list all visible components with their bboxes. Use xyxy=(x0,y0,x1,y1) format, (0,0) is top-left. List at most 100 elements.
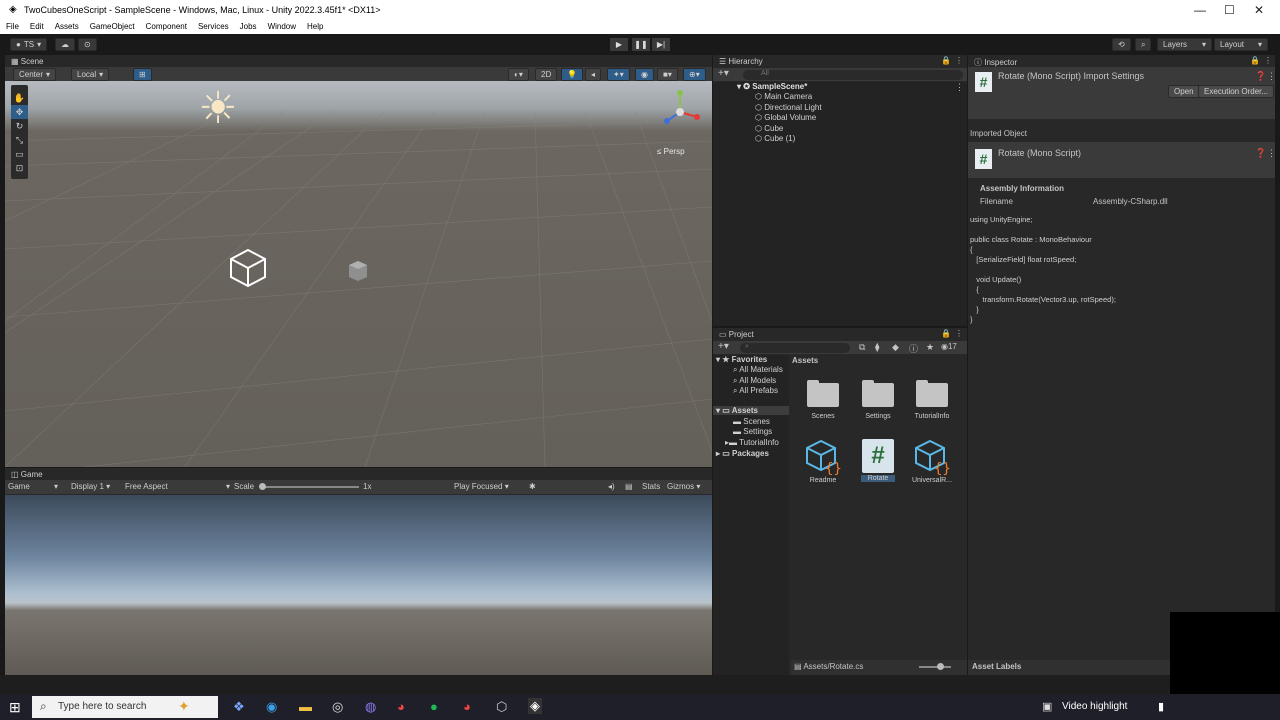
steam-icon[interactable]: ◎ xyxy=(332,699,343,715)
tab-inspector[interactable]: ⓘ Inspector xyxy=(968,55,1038,67)
rect-tool-icon[interactable]: ▭ xyxy=(11,147,28,161)
camera-settings-button[interactable]: ■▾ xyxy=(657,68,678,81)
menu-item-help[interactable]: Help xyxy=(301,21,328,34)
space-dropdown[interactable]: Local ▾ xyxy=(71,68,110,81)
scale-tool-icon[interactable]: ⤡ xyxy=(11,133,28,147)
cube-object[interactable] xyxy=(347,259,369,283)
hand-tool-icon[interactable]: ✋ xyxy=(11,91,28,105)
icon-size-slider-handle[interactable] xyxy=(937,663,944,670)
gizmos-button[interactable]: ⊕▾ xyxy=(683,68,706,81)
favorite-item[interactable]: ⌕ All Models xyxy=(733,376,776,386)
menu-item-component[interactable]: Component xyxy=(140,21,192,34)
step-button[interactable]: ▶| xyxy=(652,38,670,51)
hierarchy-item[interactable]: ⬡ Cube xyxy=(755,124,783,133)
favorite-item[interactable]: ⌕ All Materials xyxy=(733,365,783,375)
packages-node[interactable]: ▸ ▭ Packages xyxy=(716,449,769,458)
scene-gizmo[interactable] xyxy=(655,87,705,139)
lock-icon[interactable]: 🔒 xyxy=(1250,56,1260,65)
unity-editor-icon[interactable]: ◈ xyxy=(528,698,542,714)
stats-button[interactable]: Stats xyxy=(642,482,660,491)
asset-folder[interactable]: Scenes xyxy=(800,380,846,420)
system-tray-icon[interactable]: ▮ xyxy=(1158,700,1164,713)
asset-file[interactable]: {} UniversalR... xyxy=(909,439,955,484)
draw-mode-button[interactable]: ◐▾ xyxy=(508,68,529,81)
edge-icon[interactable]: ◉ xyxy=(266,699,277,715)
folder-item[interactable]: ▸▬ TutorialInfo xyxy=(725,438,779,447)
collab-button[interactable]: ⊙ xyxy=(78,38,97,51)
favorites-node[interactable]: ▾ ★ Favorites xyxy=(716,355,767,364)
settings-icon[interactable]: ⋮ xyxy=(1267,148,1276,159)
menu-item-gameobject[interactable]: GameObject xyxy=(84,21,140,34)
execution-order-button[interactable]: Execution Order... xyxy=(1198,85,1275,98)
menu-item-window[interactable]: Window xyxy=(262,21,301,34)
history-button[interactable]: ⟲ xyxy=(1112,38,1131,51)
hidden-count-badge[interactable]: ◉17 xyxy=(941,342,957,351)
open-button[interactable]: Open xyxy=(1168,85,1200,98)
search-by-label-icon[interactable]: ⧫ xyxy=(875,342,879,353)
taskbar-search-input[interactable]: ⌕ Type here to search ✦ xyxy=(32,696,218,718)
grid-snap-button[interactable]: ⊞ xyxy=(133,68,152,81)
move-tool-icon[interactable]: ✥ xyxy=(11,105,28,119)
asset-folder[interactable]: TutorialInfo xyxy=(909,380,955,420)
hierarchy-item[interactable]: ⬡ Cube (1) xyxy=(755,134,795,143)
settings-icon[interactable]: ⋮ xyxy=(1267,71,1276,82)
icon-size-slider[interactable] xyxy=(919,666,951,668)
hierarchy-item[interactable]: ⬡ Directional Light xyxy=(755,103,822,112)
project-search-input[interactable]: ⌕ xyxy=(740,343,850,353)
create-button[interactable]: +▾ xyxy=(718,341,729,352)
more-options-icon[interactable]: ⋮ xyxy=(1264,56,1272,65)
hierarchy-item[interactable]: ⬡ Main Camera xyxy=(755,92,812,101)
game-viewport[interactable] xyxy=(5,495,712,675)
folder-item[interactable]: ▬ Settings xyxy=(733,427,772,436)
2d-toggle[interactable]: 2D xyxy=(535,68,558,81)
maximize-icon[interactable]: ☐ xyxy=(1224,3,1235,17)
scale-slider-handle[interactable] xyxy=(259,483,266,490)
add-button[interactable]: +▾ xyxy=(718,68,729,79)
cloud-button[interactable]: ☁ xyxy=(55,38,75,51)
chrome-icon[interactable]: ◕ xyxy=(397,699,405,714)
video-highlight-label[interactable]: Video highlight xyxy=(1062,701,1127,712)
spotify-icon[interactable]: ● xyxy=(430,699,438,714)
more-options-icon[interactable]: ⋮ xyxy=(955,329,963,338)
layout-dropdown[interactable]: Layout ▾ xyxy=(1214,38,1268,51)
minimize-icon[interactable]: — xyxy=(1194,3,1206,17)
lock-icon[interactable]: 🔒 xyxy=(941,329,951,338)
search-by-type-icon[interactable]: ⧉ xyxy=(859,342,865,353)
lighting-toggle[interactable]: 💡 xyxy=(561,68,583,81)
transform-tool-icon[interactable]: ⊡ xyxy=(11,161,28,175)
mute-audio-icon[interactable]: ◂) xyxy=(608,482,615,491)
display-dropdown[interactable]: Display 1 ▾ xyxy=(71,482,110,491)
chrome-profile-icon[interactable]: ◕ xyxy=(463,699,471,714)
layers-dropdown[interactable]: Layers ▾ xyxy=(1157,38,1212,51)
favorite-item[interactable]: ⌕ All Prefabs xyxy=(733,386,778,396)
info-icon[interactable]: ⓘ xyxy=(909,342,918,355)
hierarchy-item[interactable]: ⬡ Global Volume xyxy=(755,113,816,122)
audio-toggle[interactable]: ◂ xyxy=(585,68,602,81)
hidden-toggle[interactable]: ◉ xyxy=(635,68,654,81)
favorite-star-icon[interactable]: ★ xyxy=(926,342,934,353)
close-icon[interactable]: ✕ xyxy=(1254,3,1264,17)
effects-toggle[interactable]: ✦▾ xyxy=(607,68,630,81)
windows-start-icon[interactable]: ⊞ xyxy=(9,699,21,716)
help-icon[interactable]: ❓ xyxy=(1255,148,1266,159)
asset-file[interactable]: {} Readme xyxy=(800,439,846,484)
discord-icon[interactable]: ◍ xyxy=(365,699,376,715)
aspect-dropdown[interactable]: Free Aspect ▾ xyxy=(125,482,230,491)
file-explorer-icon[interactable]: ▬ xyxy=(299,699,312,714)
rotate-tool-icon[interactable]: ↻ xyxy=(11,119,28,133)
account-button[interactable]: ● TS ▾ xyxy=(10,38,48,51)
asset-folder[interactable]: Settings xyxy=(855,380,901,420)
asset-file-selected[interactable]: # Rotate xyxy=(855,439,901,482)
folder-item[interactable]: ▬ Scenes xyxy=(733,417,770,426)
menu-item-jobs[interactable]: Jobs xyxy=(234,21,262,34)
menu-item-edit[interactable]: Edit xyxy=(24,21,49,34)
bug-icon[interactable]: ✱ xyxy=(529,482,536,491)
menu-item-file[interactable]: File xyxy=(0,21,24,34)
label-icon[interactable]: ◆ xyxy=(892,342,899,353)
play-focused-dropdown[interactable]: Play Focused ▾ xyxy=(454,482,509,491)
help-icon[interactable]: ❓ xyxy=(1255,71,1266,82)
pause-button[interactable]: ❚❚ xyxy=(632,38,650,51)
scene-more-icon[interactable]: ⋮ xyxy=(955,82,964,93)
scene-root[interactable]: ▾ ✪ SampleScene* xyxy=(737,82,807,91)
search-button[interactable]: ⌕ xyxy=(1135,38,1152,51)
